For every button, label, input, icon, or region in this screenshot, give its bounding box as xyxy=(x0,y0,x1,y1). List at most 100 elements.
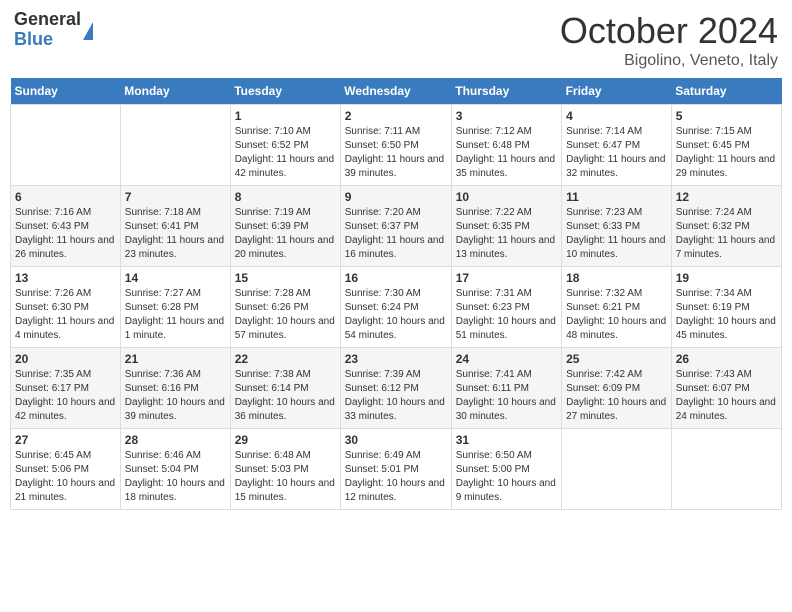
calendar-cell: 10 Sunrise: 7:22 AM Sunset: 6:35 PM Dayli… xyxy=(451,186,561,267)
day-number: 11 xyxy=(566,190,667,204)
day-info: Sunrise: 7:31 AM Sunset: 6:23 PM Dayligh… xyxy=(456,287,557,343)
calendar-cell: 29 Sunrise: 6:48 AM Sunset: 5:03 PM Dayli… xyxy=(230,429,340,510)
logo-triangle-icon xyxy=(83,22,93,40)
day-info: Sunrise: 7:22 AM Sunset: 6:35 PM Dayligh… xyxy=(456,206,557,262)
day-info: Sunrise: 7:42 AM Sunset: 6:09 PM Dayligh… xyxy=(566,368,667,424)
calendar-cell: 18 Sunrise: 7:32 AM Sunset: 6:21 PM Dayli… xyxy=(562,267,672,348)
day-number: 5 xyxy=(676,109,777,123)
calendar-cell: 25 Sunrise: 7:42 AM Sunset: 6:09 PM Dayli… xyxy=(562,348,672,429)
day-info: Sunrise: 7:36 AM Sunset: 6:16 PM Dayligh… xyxy=(125,368,226,424)
calendar-cell: 9Sunrise: 7:20 AM Sunset: 6:37 PM Daylig… xyxy=(340,186,451,267)
calendar-cell: 2Sunrise: 7:11 AM Sunset: 6:50 PM Daylig… xyxy=(340,105,451,186)
calendar-cell xyxy=(120,105,230,186)
page-header: General Blue October 2024 Bigolino, Vene… xyxy=(10,10,782,70)
calendar-cell: 14 Sunrise: 7:27 AM Sunset: 6:28 PM Dayli… xyxy=(120,267,230,348)
calendar-cell: 27Sunrise: 6:45 AM Sunset: 5:06 PM Dayli… xyxy=(11,429,121,510)
day-header-tuesday: Tuesday xyxy=(230,78,340,105)
calendar-cell: 15Sunrise: 7:28 AM Sunset: 6:26 PM Dayli… xyxy=(230,267,340,348)
calendar-cell: 22Sunrise: 7:38 AM Sunset: 6:14 PM Dayli… xyxy=(230,348,340,429)
day-info: Sunrise: 7:43 AM Sunset: 6:07 PM Dayligh… xyxy=(676,368,777,424)
day-number: 8 xyxy=(235,190,336,204)
day-info: Sunrise: 7:34 AM Sunset: 6:19 PM Dayligh… xyxy=(676,287,777,343)
day-number: 9 xyxy=(345,190,447,204)
day-info: Sunrise: 7:12 AM Sunset: 6:48 PM Dayligh… xyxy=(456,125,557,181)
calendar-week-row: 6 Sunrise: 7:16 AM Sunset: 6:43 PM Daylig… xyxy=(11,186,782,267)
day-info: Sunrise: 6:45 AM Sunset: 5:06 PM Dayligh… xyxy=(15,449,116,505)
logo: General Blue xyxy=(14,10,93,50)
calendar-cell: 31Sunrise: 6:50 AM Sunset: 5:00 PM Dayli… xyxy=(451,429,561,510)
calendar-cell: 23 Sunrise: 7:39 AM Sunset: 6:12 PM Dayli… xyxy=(340,348,451,429)
day-number: 18 xyxy=(566,271,667,285)
day-number: 7 xyxy=(125,190,226,204)
day-info: Sunrise: 7:26 AM Sunset: 6:30 PM Dayligh… xyxy=(15,287,116,343)
calendar-week-row: 1Sunrise: 7:10 AM Sunset: 6:52 PM Daylig… xyxy=(11,105,782,186)
day-header-thursday: Thursday xyxy=(451,78,561,105)
calendar-cell xyxy=(11,105,121,186)
calendar-header-row: SundayMondayTuesdayWednesdayThursdayFrid… xyxy=(11,78,782,105)
day-info: Sunrise: 7:14 AM Sunset: 6:47 PM Dayligh… xyxy=(566,125,667,181)
day-number: 31 xyxy=(456,433,557,447)
day-info: Sunrise: 6:48 AM Sunset: 5:03 PM Dayligh… xyxy=(235,449,336,505)
calendar-cell: 12 Sunrise: 7:24 AM Sunset: 6:32 PM Dayli… xyxy=(671,186,781,267)
day-number: 22 xyxy=(235,352,336,366)
day-info: Sunrise: 7:41 AM Sunset: 6:11 PM Dayligh… xyxy=(456,368,557,424)
day-number: 29 xyxy=(235,433,336,447)
day-number: 12 xyxy=(676,190,777,204)
calendar-cell: 6 Sunrise: 7:16 AM Sunset: 6:43 PM Daylig… xyxy=(11,186,121,267)
day-number: 13 xyxy=(15,271,116,285)
day-info: Sunrise: 6:49 AM Sunset: 5:01 PM Dayligh… xyxy=(345,449,447,505)
day-info: Sunrise: 7:10 AM Sunset: 6:52 PM Dayligh… xyxy=(235,125,336,181)
day-number: 16 xyxy=(345,271,447,285)
calendar-cell: 1Sunrise: 7:10 AM Sunset: 6:52 PM Daylig… xyxy=(230,105,340,186)
day-info: Sunrise: 7:32 AM Sunset: 6:21 PM Dayligh… xyxy=(566,287,667,343)
calendar-cell: 8 Sunrise: 7:19 AM Sunset: 6:39 PM Daylig… xyxy=(230,186,340,267)
calendar-cell: 17 Sunrise: 7:31 AM Sunset: 6:23 PM Dayli… xyxy=(451,267,561,348)
day-number: 17 xyxy=(456,271,557,285)
day-number: 14 xyxy=(125,271,226,285)
calendar-cell: 16 Sunrise: 7:30 AM Sunset: 6:24 PM Dayli… xyxy=(340,267,451,348)
day-number: 24 xyxy=(456,352,557,366)
calendar-cell: 28 Sunrise: 6:46 AM Sunset: 5:04 PM Dayli… xyxy=(120,429,230,510)
day-number: 23 xyxy=(345,352,447,366)
calendar-table: SundayMondayTuesdayWednesdayThursdayFrid… xyxy=(10,78,782,510)
day-number: 25 xyxy=(566,352,667,366)
day-info: Sunrise: 7:30 AM Sunset: 6:24 PM Dayligh… xyxy=(345,287,447,343)
day-header-sunday: Sunday xyxy=(11,78,121,105)
calendar-cell: 4 Sunrise: 7:14 AM Sunset: 6:47 PM Daylig… xyxy=(562,105,672,186)
calendar-cell xyxy=(562,429,672,510)
day-number: 15 xyxy=(235,271,336,285)
day-info: Sunrise: 7:24 AM Sunset: 6:32 PM Dayligh… xyxy=(676,206,777,262)
calendar-cell: 7Sunrise: 7:18 AM Sunset: 6:41 PM Daylig… xyxy=(120,186,230,267)
calendar-cell: 21 Sunrise: 7:36 AM Sunset: 6:16 PM Dayli… xyxy=(120,348,230,429)
day-info: Sunrise: 7:35 AM Sunset: 6:17 PM Dayligh… xyxy=(15,368,116,424)
day-info: Sunrise: 7:23 AM Sunset: 6:33 PM Dayligh… xyxy=(566,206,667,262)
day-info: Sunrise: 7:39 AM Sunset: 6:12 PM Dayligh… xyxy=(345,368,447,424)
day-number: 21 xyxy=(125,352,226,366)
day-header-friday: Friday xyxy=(562,78,672,105)
day-number: 28 xyxy=(125,433,226,447)
logo-general-text: General xyxy=(14,10,81,30)
day-header-saturday: Saturday xyxy=(671,78,781,105)
calendar-cell: 30Sunrise: 6:49 AM Sunset: 5:01 PM Dayli… xyxy=(340,429,451,510)
calendar-cell: 11 Sunrise: 7:23 AM Sunset: 6:33 PM Dayli… xyxy=(562,186,672,267)
day-number: 4 xyxy=(566,109,667,123)
day-number: 3 xyxy=(456,109,557,123)
day-info: Sunrise: 7:19 AM Sunset: 6:39 PM Dayligh… xyxy=(235,206,336,262)
day-info: Sunrise: 7:27 AM Sunset: 6:28 PM Dayligh… xyxy=(125,287,226,343)
location-text: Bigolino, Veneto, Italy xyxy=(560,52,778,70)
day-number: 10 xyxy=(456,190,557,204)
calendar-cell: 26 Sunrise: 7:43 AM Sunset: 6:07 PM Dayli… xyxy=(671,348,781,429)
title-block: October 2024 Bigolino, Veneto, Italy xyxy=(560,10,778,70)
day-info: Sunrise: 7:16 AM Sunset: 6:43 PM Dayligh… xyxy=(15,206,116,262)
day-number: 6 xyxy=(15,190,116,204)
day-header-wednesday: Wednesday xyxy=(340,78,451,105)
calendar-week-row: 20Sunrise: 7:35 AM Sunset: 6:17 PM Dayli… xyxy=(11,348,782,429)
calendar-cell: 3 Sunrise: 7:12 AM Sunset: 6:48 PM Daylig… xyxy=(451,105,561,186)
day-info: Sunrise: 6:46 AM Sunset: 5:04 PM Dayligh… xyxy=(125,449,226,505)
day-number: 19 xyxy=(676,271,777,285)
calendar-cell: 19 Sunrise: 7:34 AM Sunset: 6:19 PM Dayli… xyxy=(671,267,781,348)
month-title: October 2024 xyxy=(560,10,778,52)
logo-blue-text: Blue xyxy=(14,30,81,50)
calendar-cell: 24 Sunrise: 7:41 AM Sunset: 6:11 PM Dayli… xyxy=(451,348,561,429)
day-number: 26 xyxy=(676,352,777,366)
